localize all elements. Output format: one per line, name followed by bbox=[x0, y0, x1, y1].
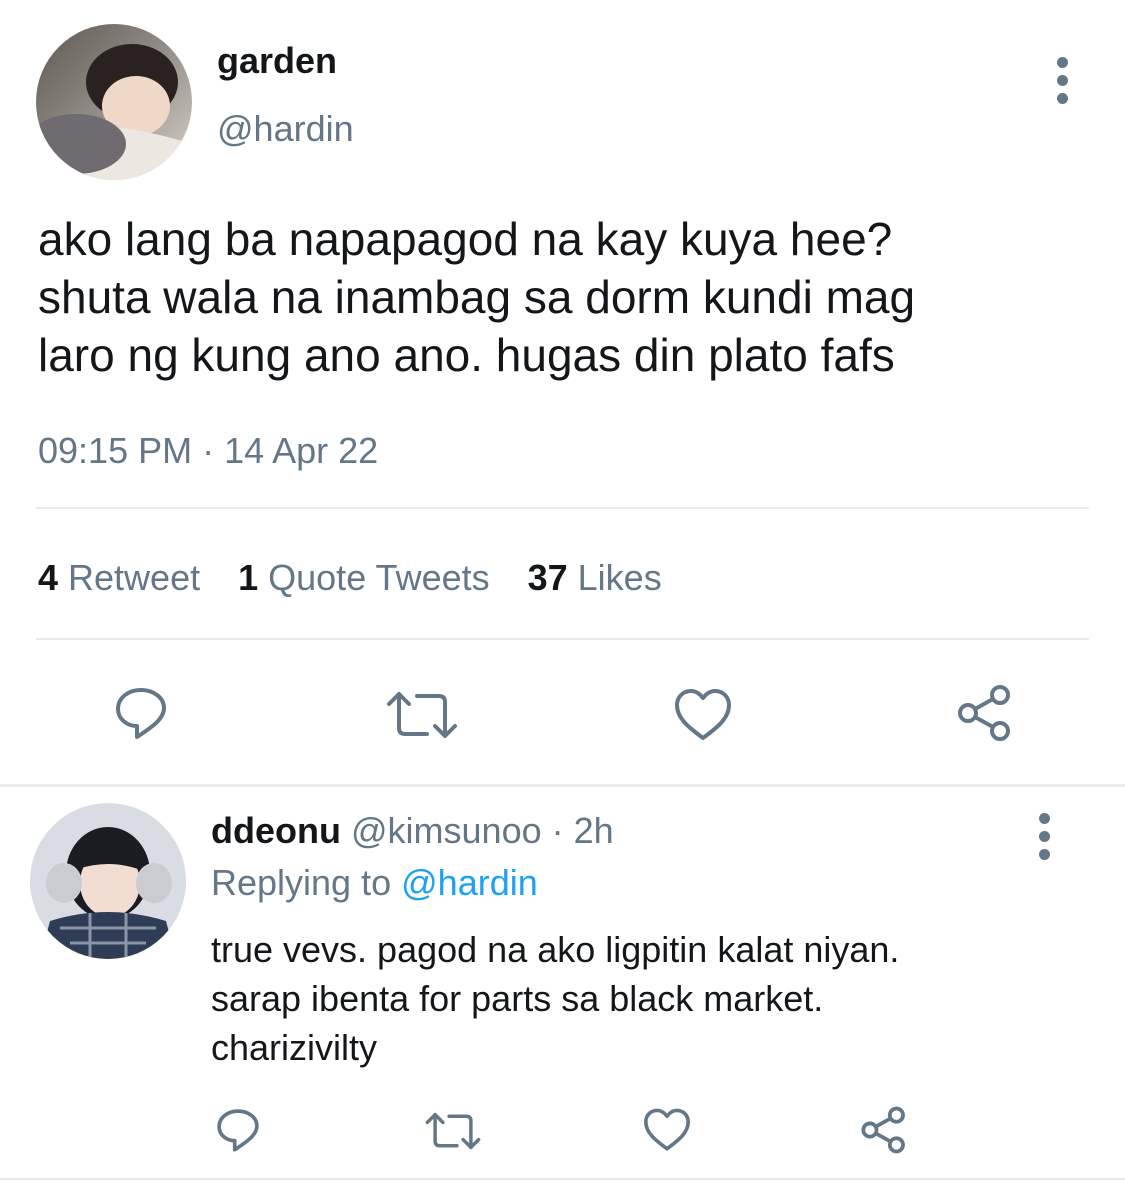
more-options-icon[interactable] bbox=[1050, 57, 1074, 104]
quote-tweets-count[interactable]: 1 Quote Tweets bbox=[238, 557, 490, 599]
like-icon[interactable] bbox=[674, 688, 732, 742]
divider bbox=[36, 638, 1089, 640]
likes-count[interactable]: 37 Likes bbox=[528, 557, 662, 599]
reply-icon[interactable] bbox=[113, 685, 169, 741]
display-name[interactable]: garden bbox=[217, 40, 337, 82]
user-handle[interactable]: @hardin bbox=[217, 108, 354, 150]
reply-avatar[interactable] bbox=[30, 803, 186, 959]
replying-to: Replying to @hardin bbox=[211, 862, 538, 903]
reply-handle-time[interactable]: @kimsunoo · 2h bbox=[351, 810, 614, 851]
more-options-icon[interactable] bbox=[1032, 813, 1056, 860]
reply-icon[interactable] bbox=[215, 1107, 261, 1153]
divider bbox=[36, 507, 1089, 509]
avatar[interactable] bbox=[36, 24, 192, 180]
reply-header: ddeonu @kimsunoo · 2h bbox=[211, 810, 614, 852]
reply-display-name[interactable]: ddeonu bbox=[211, 810, 341, 851]
like-icon[interactable] bbox=[643, 1108, 691, 1152]
tweet-text: ako lang ba napapagod na kay kuya hee? s… bbox=[38, 213, 916, 381]
retweet-count[interactable]: 4 Retweet bbox=[38, 557, 200, 599]
tweet-stats: 4 Retweet 1 Quote Tweets 37 Likes bbox=[38, 557, 700, 599]
section-separator bbox=[0, 784, 1125, 787]
share-icon[interactable] bbox=[956, 684, 1014, 742]
share-icon[interactable] bbox=[860, 1106, 908, 1154]
tweet-timestamp[interactable]: 09:15 PM · 14 Apr 22 bbox=[38, 430, 378, 472]
main-tweet: garden @hardin ako lang ba napapagod na … bbox=[0, 0, 1125, 786]
retweet-icon[interactable] bbox=[385, 688, 459, 742]
reply-text: true vevs. pagod na ako ligpitin kalat n… bbox=[211, 929, 900, 1068]
divider bbox=[0, 1178, 1125, 1180]
retweet-icon[interactable] bbox=[424, 1110, 482, 1152]
mention-link[interactable]: @hardin bbox=[401, 862, 538, 903]
